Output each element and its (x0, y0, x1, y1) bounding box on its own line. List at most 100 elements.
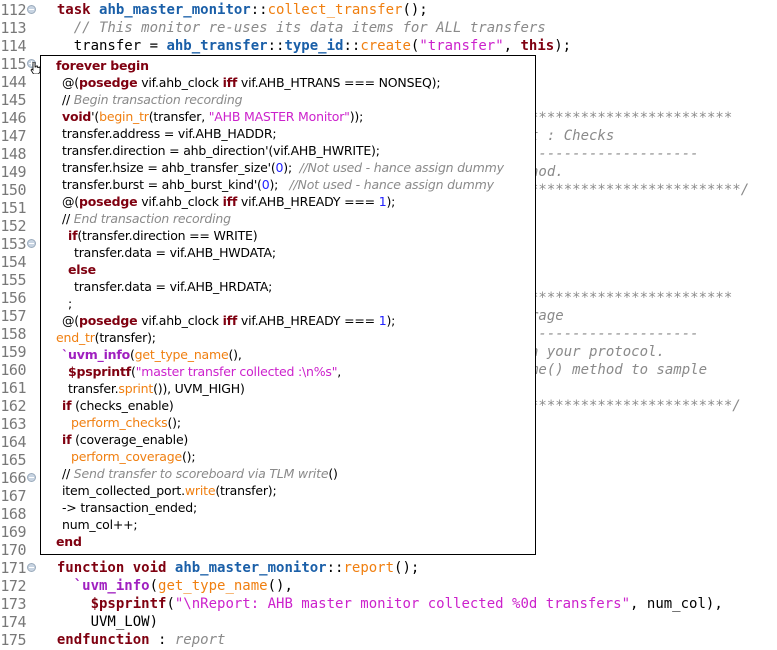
function-name: get_type_name (158, 578, 268, 594)
popup-code-line: transfer.burst = ahb_burst_kind'(0); //N… (62, 176, 494, 193)
line-number: 115 (0, 55, 26, 73)
function-name: create (360, 38, 411, 54)
code-line: function void ahb_master_monitor::report… (40, 559, 419, 577)
macro: `uvm_info (62, 347, 130, 362)
code-text: (coverage_enable) (71, 432, 189, 447)
line-number: 150 (0, 181, 26, 199)
popup-code-line: if(transfer.direction == WRITE) (68, 227, 258, 244)
function-name: write (184, 483, 216, 498)
comment: Send transfer to scoreboard via TLM writ… (73, 466, 329, 481)
collapse-fold-icon[interactable] (27, 473, 36, 482)
comment: Begin transaction recording (73, 92, 243, 107)
number: 0 (261, 177, 270, 192)
line-number: 168 (0, 505, 26, 523)
function-name: get_type_name (134, 347, 229, 362)
popup-code-line: perform_checks(); (71, 414, 181, 431)
comment: // This monitor re-uses its data items f… (73, 20, 546, 36)
popup-code-line: @(posedge vif.ahb_clock iff vif.AHB_HREA… (62, 312, 395, 329)
popup-code-line: if (checks_enable) (62, 397, 174, 414)
code-text: :: (343, 38, 361, 54)
code-text: transfer.burst = ahb_burst_kind'( (62, 177, 262, 192)
line-number: 113 (0, 19, 26, 37)
popup-code-line: else (68, 261, 96, 278)
line-number: 112 (0, 1, 26, 19)
line-number: 155 (0, 271, 26, 289)
code-text: @( (62, 75, 79, 90)
identifier: ahb_transfer (166, 38, 268, 54)
code-text: transfer.hsize = ahb_transfer_size'( (62, 160, 276, 175)
keyword: void (132, 560, 167, 576)
collapse-fold-icon[interactable] (27, 563, 36, 572)
code-comment-fragment: ************************ (530, 110, 733, 126)
code-text: ); (269, 177, 290, 192)
code-text: vif.AHB_HREADY === (237, 194, 379, 209)
popup-code-line: ; (68, 295, 72, 312)
keyword: posedge (78, 75, 138, 90)
code-text: item_collected_port. (62, 483, 185, 498)
macro: `uvm_info (73, 578, 150, 594)
code-text: :: (267, 38, 285, 54)
line-number: 158 (0, 325, 26, 343)
line-number: 114 (0, 37, 26, 55)
code-comment-fragment: -------------------- (530, 146, 699, 162)
code-text: , (503, 38, 521, 54)
keyword: posedge (78, 194, 138, 209)
popup-code-line: -> transaction_ended; (62, 499, 197, 516)
line-number: 171 (0, 559, 26, 577)
code-text: transfer. (68, 381, 119, 396)
popup-code-line: end_tr(transfer); (56, 329, 156, 346)
function-name: sprint (118, 381, 154, 396)
code-text: , (337, 364, 342, 379)
code-text: (); (402, 2, 428, 18)
keyword: $psprintf (90, 596, 167, 612)
keyword: iff (222, 194, 238, 209)
line-number: 159 (0, 343, 26, 361)
code-text: transfer.data = vif.AHB_HWDATA; (74, 245, 276, 260)
code-text: vif.AHB_HTRANS === NONSEQ); (237, 75, 441, 90)
code-text: transfer.data = vif.AHB_HRDATA; (74, 279, 273, 294)
code-text: :: (326, 560, 344, 576)
code-text: transfer = (40, 38, 167, 54)
code-text: vif.AHB_HREADY === (237, 313, 379, 328)
code-text: (transfer); (94, 330, 156, 345)
line-number: 144 (0, 73, 26, 91)
popup-code-line: item_collected_port.write(transfer); (62, 482, 277, 499)
popup-code-line: transfer.data = vif.AHB_HWDATA; (74, 244, 276, 261)
code-text: '( (91, 109, 100, 124)
line-number: 145 (0, 91, 26, 109)
function-name: collect_transfer (267, 2, 403, 18)
code-text: () (328, 466, 338, 481)
line-number: 167 (0, 487, 26, 505)
folded-code-hover-popup: forever begin @(posedge vif.ahb_clock iff… (40, 55, 536, 555)
popup-code-line: end (56, 533, 82, 550)
code-text: (transfer); (215, 483, 277, 498)
function-name: perform_coverage (71, 449, 182, 464)
line-number: 172 (0, 577, 26, 595)
code-line: // This monitor re-uses its data items f… (40, 19, 546, 37)
collapse-fold-icon[interactable] (27, 5, 36, 14)
keyword: if (62, 432, 72, 447)
code-text: (transfer, (148, 109, 209, 124)
popup-code-line: // Send transfer to scoreboard via TLM w… (62, 465, 338, 482)
code-text: (), (267, 578, 293, 594)
code-text: // (62, 466, 74, 481)
code-text: ()), UVM_HIGH) (153, 381, 245, 396)
line-number: 149 (0, 163, 26, 181)
code-text: vif.ahb_clock (137, 75, 223, 90)
code-text: -> transaction_ended; (62, 500, 198, 515)
line-number: 173 (0, 595, 26, 613)
collapse-fold-icon[interactable] (27, 239, 36, 248)
code-text: (transfer.direction == WRITE) (77, 228, 258, 243)
popup-code-line: // End transaction recording (62, 210, 231, 227)
keyword: posedge (78, 313, 138, 328)
popup-code-line: if (coverage_enable) (62, 431, 188, 448)
code-text: ); (386, 313, 396, 328)
identifier: ahb_master_monitor (99, 2, 251, 18)
code-text: ); (554, 38, 572, 54)
line-number: 161 (0, 379, 26, 397)
